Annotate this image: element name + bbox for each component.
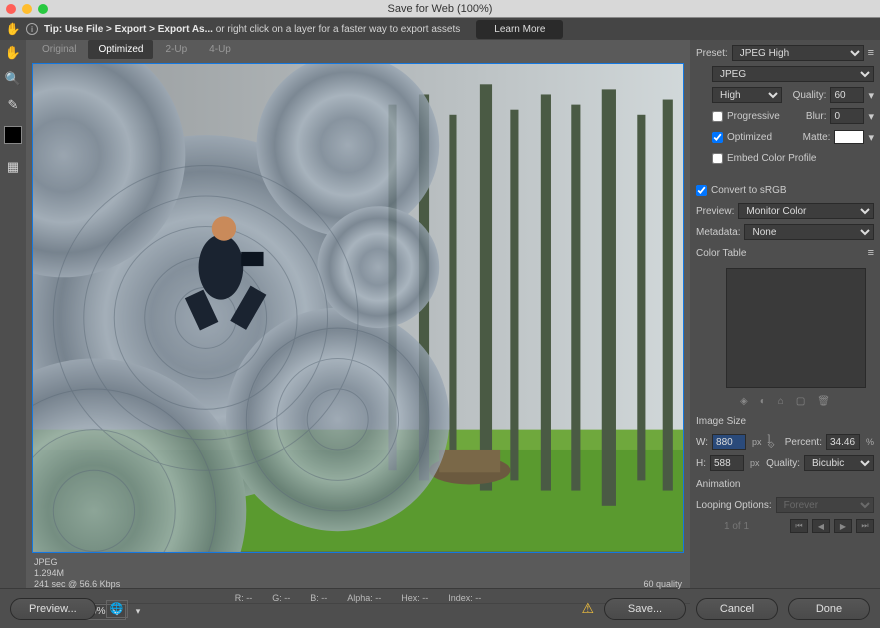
blur-stepper-icon[interactable]: ▾ <box>868 110 874 123</box>
toolstrip: ✋ 🔍 ✎ ▦ <box>0 40 26 588</box>
percent-input[interactable] <box>826 434 860 450</box>
maximize-icon[interactable] <box>38 4 48 14</box>
optimized-label: Optimized <box>727 132 772 143</box>
matte-label: Matte: <box>803 132 831 143</box>
quality-preset-select[interactable]: High <box>712 87 782 103</box>
hand-tool-icon[interactable]: ✋ <box>6 22 20 36</box>
tab-optimized[interactable]: Optimized <box>88 40 153 59</box>
info-icon: i <box>26 23 38 35</box>
link-dimensions-icon[interactable]: ]⟐ <box>768 435 775 449</box>
embed-profile-checkbox[interactable] <box>712 153 723 164</box>
embed-profile-label: Embed Color Profile <box>727 153 816 164</box>
readout-b: B: -- <box>310 593 327 603</box>
zoom-menu-icon[interactable]: ▾ <box>130 604 146 620</box>
slice-visibility-icon[interactable]: ▦ <box>4 158 22 176</box>
looping-select: Forever <box>776 497 874 513</box>
readout-index: Index: -- <box>448 593 481 603</box>
tip-text: or right click on a layer for a faster w… <box>213 24 460 35</box>
quality-input[interactable] <box>830 87 864 103</box>
metadata-select[interactable]: None <box>744 224 874 240</box>
tab-original[interactable]: Original <box>32 40 86 59</box>
matte-swatch[interactable] <box>834 130 864 144</box>
tip-text-bold: Tip: Use File > Export > Export As... <box>44 24 213 35</box>
width-label: W: <box>696 437 708 448</box>
progressive-label: Progressive <box>727 111 780 122</box>
image-preview[interactable] <box>32 63 684 553</box>
preview-tabs: Original Optimized 2-Up 4-Up <box>26 40 690 59</box>
convert-srgb-checkbox[interactable] <box>696 185 707 196</box>
foreground-color-swatch[interactable] <box>4 126 22 144</box>
matte-menu-icon[interactable]: ▾ <box>868 131 874 144</box>
tab-2up[interactable]: 2-Up <box>155 40 197 59</box>
preset-label: Preset: <box>696 48 728 59</box>
colortable-label: Color Table <box>696 248 746 259</box>
preview-button[interactable]: Preview... <box>10 598 96 620</box>
animation-label: Animation <box>696 479 740 490</box>
readout-hex: Hex: -- <box>401 593 428 603</box>
settings-sidebar: Preset: JPEG High ≡ JPEG High Quality: ▾… <box>690 40 880 588</box>
zoom-tool-icon[interactable]: 🔍 <box>4 70 22 88</box>
browser-menu-icon[interactable]: 🌐 <box>106 600 128 618</box>
height-input[interactable] <box>710 455 744 471</box>
width-input[interactable] <box>712 434 746 450</box>
cancel-button[interactable]: Cancel <box>696 598 778 620</box>
preset-menu-icon[interactable]: ≡ <box>868 47 874 59</box>
quality-label: Quality: <box>793 90 827 101</box>
tab-4up[interactable]: 4-Up <box>199 40 241 59</box>
minimize-icon[interactable] <box>22 4 32 14</box>
first-frame-icon: ⏮ <box>790 519 808 533</box>
resize-quality-select[interactable]: Bicubic <box>804 455 874 471</box>
play-icon: ▶ <box>834 519 852 533</box>
window-titlebar: Save for Web (100%) <box>0 0 880 18</box>
height-label: H: <box>696 458 706 469</box>
hand-tool-icon[interactable]: ✋ <box>4 44 22 62</box>
metadata-label: Metadata: <box>696 227 740 238</box>
frame-counter: 1 of 1 <box>724 521 749 532</box>
looping-label: Looping Options: <box>696 500 772 511</box>
status-filesize: 1.294M <box>34 568 120 578</box>
tip-bar: ✋ i Tip: Use File > Export > Export As..… <box>0 18 880 40</box>
height-unit: px <box>750 458 760 468</box>
width-unit: px <box>752 437 762 447</box>
colortable-menu-icon[interactable]: ≡ <box>868 247 874 259</box>
last-frame-icon: ⏭ <box>856 519 874 533</box>
ct-snap-icon[interactable]: ◈ <box>740 396 748 407</box>
ct-add-icon[interactable]: ▢ <box>796 396 805 407</box>
close-icon[interactable] <box>6 4 16 14</box>
quality-stepper-icon[interactable]: ▾ <box>868 89 874 102</box>
progressive-checkbox[interactable] <box>712 111 723 122</box>
convert-srgb-label: Convert to sRGB <box>711 185 787 196</box>
preview-label: Preview: <box>696 206 734 217</box>
image-size-label: Image Size <box>696 416 746 427</box>
save-button[interactable]: Save... <box>604 598 686 620</box>
ct-shift-icon[interactable]: ◐ <box>760 396 766 407</box>
preview-select[interactable]: Monitor Color <box>738 203 874 219</box>
readout-g: G: -- <box>272 593 290 603</box>
ct-lock-icon[interactable]: ⌂ <box>778 396 784 407</box>
eyedropper-tool-icon[interactable]: ✎ <box>4 96 22 114</box>
ct-delete-icon[interactable]: 🗑 <box>817 396 830 407</box>
preset-select[interactable]: JPEG High <box>732 45 864 61</box>
learn-more-button[interactable]: Learn More <box>476 20 563 39</box>
blur-input[interactable] <box>830 108 864 124</box>
done-button[interactable]: Done <box>788 598 870 620</box>
format-select[interactable]: JPEG <box>712 66 874 82</box>
warning-icon: ⚠ <box>581 600 594 617</box>
readout-alpha: Alpha: -- <box>347 593 381 603</box>
preview-status: JPEG 1.294M 241 sec @ 56.6 Kbps 60 quali… <box>26 555 690 593</box>
percent-label: Percent: <box>785 437 822 448</box>
percent-unit: % <box>866 437 874 447</box>
status-quality: 60 quality <box>643 579 682 589</box>
status-download: 241 sec @ 56.6 Kbps <box>34 579 120 589</box>
window-title: Save for Web (100%) <box>0 3 880 15</box>
status-format: JPEG <box>34 557 120 567</box>
color-table <box>726 268 866 388</box>
optimized-checkbox[interactable] <box>712 132 723 143</box>
prev-frame-icon: ◀ <box>812 519 830 533</box>
resize-quality-label: Quality: <box>766 458 800 469</box>
readout-r: R: -- <box>235 593 253 603</box>
blur-label: Blur: <box>806 111 827 122</box>
